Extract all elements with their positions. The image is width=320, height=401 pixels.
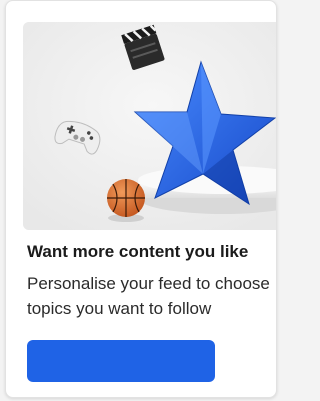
hero-svg <box>23 22 276 230</box>
card-description: Personalise your feed to choose topics y… <box>27 271 270 321</box>
interest-card: Want more content you like Personalise y… <box>5 0 277 398</box>
personalise-button[interactable] <box>27 340 215 382</box>
description-line-2: topics you want to follow <box>27 299 212 318</box>
hero-illustration <box>23 22 276 230</box>
card-title: Want more content you like <box>27 242 249 261</box>
basketball-icon <box>107 179 145 222</box>
description-line-1: Personalise your feed to choose <box>27 274 270 293</box>
